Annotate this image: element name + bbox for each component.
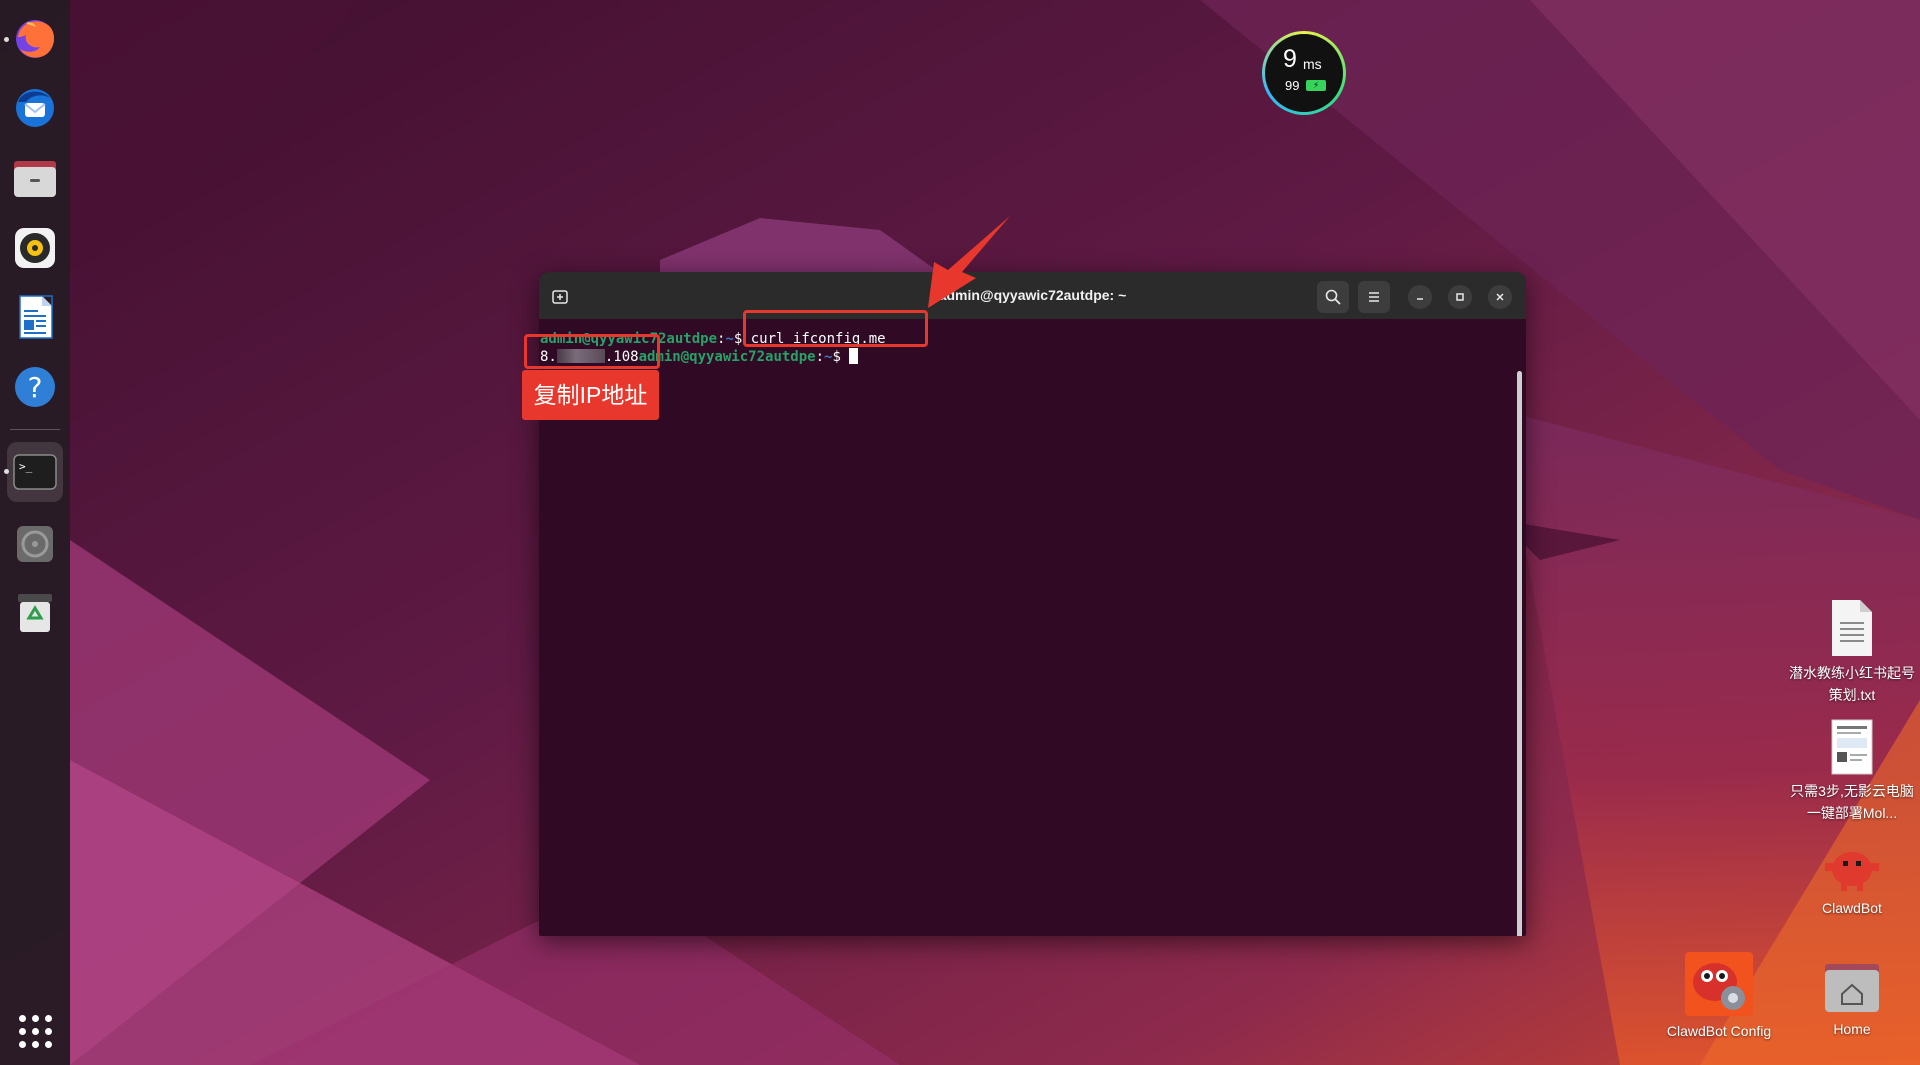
dock-item-rhythmbox[interactable] xyxy=(7,218,63,278)
dock-item-firefox[interactable] xyxy=(7,8,63,68)
firefox-icon xyxy=(16,20,54,58)
desktop-icon-label: ClawdBot Config xyxy=(1666,1023,1772,1039)
maximize-button[interactable] xyxy=(1448,285,1472,309)
svg-text:?: ? xyxy=(28,371,43,404)
rhythmbox-icon xyxy=(15,228,55,268)
annotation-box-ip xyxy=(524,334,660,369)
terminal-titlebar[interactable]: admin@qyyawic72autdpe: ~ xyxy=(539,272,1526,319)
new-tab-icon xyxy=(552,290,568,304)
desktop-icon-home[interactable]: Home xyxy=(1787,960,1917,1040)
desktop-icon-clawdbot-config[interactable]: ClawdBot Config xyxy=(1654,952,1784,1042)
prompt-separator: : xyxy=(815,349,825,365)
terminal-icon: >_ xyxy=(13,454,57,490)
clawdbot-config-icon xyxy=(1693,963,1745,1010)
help-icon: ? xyxy=(15,367,55,407)
prompt-path: ~ xyxy=(725,331,734,347)
network-speed-widget[interactable]: 9 ms 99 ⚡ xyxy=(1262,31,1346,115)
terminal-scrollbar[interactable] xyxy=(1517,371,1522,936)
terminal-window[interactable]: admin@qyyawic72autdpe: ~ admin@qyyawic72… xyxy=(539,272,1526,936)
hamburger-menu-icon xyxy=(1369,292,1379,302)
prompt-user: admin@qyyawic72autdpe xyxy=(638,349,816,365)
dock-item-optical-drive[interactable] xyxy=(7,514,63,574)
search-button[interactable] xyxy=(1317,281,1349,313)
dock-item-files[interactable] xyxy=(7,148,63,208)
desktop-icon-label: Home xyxy=(1833,1021,1871,1037)
battery-level: 99 xyxy=(1285,78,1300,93)
clawdbot-icon xyxy=(1825,852,1879,891)
close-button[interactable] xyxy=(1488,285,1512,309)
latency-unit: ms xyxy=(1303,56,1322,72)
desktop-icon-document[interactable]: 只需3步,无影云电脑一键部署Mol... xyxy=(1787,718,1917,824)
dock-item-thunderbird[interactable] xyxy=(7,77,63,137)
desktop-icon-clawdbot[interactable]: ClawdBot xyxy=(1787,843,1917,919)
thunderbird-icon xyxy=(16,89,54,127)
annotation-box-command xyxy=(743,310,928,347)
files-icon xyxy=(14,161,56,197)
document-thumbnail-icon xyxy=(1831,719,1873,775)
annotation-arrow-icon xyxy=(928,216,1010,308)
latency-value: 9 xyxy=(1283,45,1297,73)
dock-item-terminal[interactable]: >_ xyxy=(7,442,63,502)
annotation-label: 复制IP地址 xyxy=(522,370,659,420)
dock: ? >_ xyxy=(0,0,70,1065)
text-cursor xyxy=(849,348,859,364)
menu-button[interactable] xyxy=(1358,281,1390,313)
close-icon xyxy=(1496,293,1504,301)
new-tab-button[interactable] xyxy=(544,281,576,313)
minimize-button[interactable] xyxy=(1408,285,1432,309)
minimize-icon xyxy=(1417,298,1423,300)
search-icon xyxy=(1325,289,1341,305)
dock-item-help[interactable]: ? xyxy=(7,357,63,417)
svg-text:>_: >_ xyxy=(19,460,33,473)
desktop-icon-label: 只需3步,无影云电脑一键部署Mol... xyxy=(1790,783,1914,821)
battery-charging-icon: ⚡ xyxy=(1306,80,1326,91)
home-folder-icon xyxy=(1825,964,1879,1012)
maximize-icon xyxy=(1456,293,1464,301)
desktop-icon-text-file[interactable]: 潜水教练小红书起号策划.txt xyxy=(1787,598,1917,706)
desktop: ? >_ 9 ms 99 ⚡ admin@qyyawic72autdpe: ~ … xyxy=(0,0,1920,1065)
dock-item-writer[interactable] xyxy=(7,287,63,347)
selected-icon-highlight xyxy=(1685,952,1753,1016)
app-grid-icon[interactable] xyxy=(19,1015,52,1048)
dock-item-trash[interactable] xyxy=(7,583,63,643)
dock-separator xyxy=(10,429,60,430)
libreoffice-writer-icon xyxy=(19,295,53,339)
terminal-output[interactable]: admin@qyyawic72autdpe:~$ curl ifconfig.m… xyxy=(539,319,1526,936)
text-file-icon xyxy=(1832,600,1872,656)
disc-icon xyxy=(17,526,53,562)
trash-icon xyxy=(18,594,52,632)
desktop-icon-label: ClawdBot xyxy=(1822,900,1882,916)
prompt-symbol: $ xyxy=(832,349,850,365)
desktop-icon-label: 潜水教练小红书起号策划.txt xyxy=(1789,665,1915,703)
